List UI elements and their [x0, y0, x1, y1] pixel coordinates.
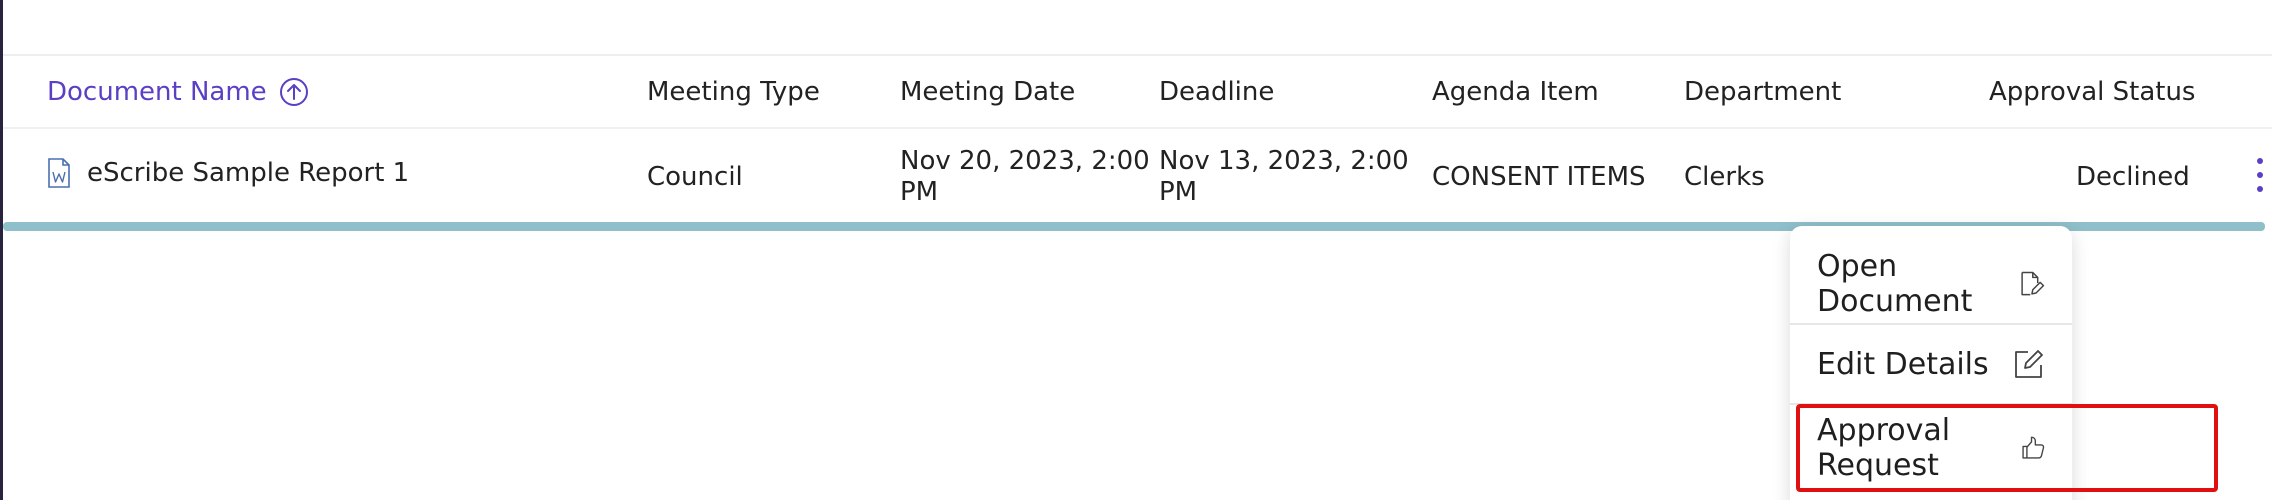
- menu-item-label: Approval Request: [1817, 413, 1951, 483]
- menu-divider: [1790, 323, 2072, 325]
- meeting-type-cell: Council: [647, 162, 743, 192]
- file-edit-icon: [2021, 271, 2045, 296]
- top-divider: [3, 54, 2272, 56]
- document-name-cell[interactable]: eScribe Sample Report 1: [47, 157, 409, 189]
- menu-item-open-document[interactable]: Open Document: [1790, 246, 2072, 322]
- menu-item-label: Open Document: [1817, 249, 1973, 319]
- deadline-line2: PM: [1159, 177, 1198, 207]
- meeting-date-line2: PM: [900, 177, 939, 207]
- menu-item-label: Edit Details: [1817, 346, 1989, 382]
- column-header-department[interactable]: Department: [1684, 76, 1841, 108]
- documents-page: Document Name Meeting Type Meeting Date …: [0, 0, 2272, 500]
- row-context-menu: Open Document Edit Details Approval Requ…: [1790, 226, 2072, 500]
- agenda-item-cell: CONSENT ITEMS: [1432, 162, 1646, 192]
- kebab-dot: [2257, 186, 2263, 192]
- sort-ascending-icon[interactable]: [279, 77, 309, 107]
- department-cell: Clerks: [1684, 162, 1765, 192]
- document-name-text[interactable]: eScribe Sample Report 1: [87, 158, 409, 189]
- kebab-dot: [2257, 158, 2263, 164]
- meeting-date-line1: Nov 20, 2023, 2:00: [900, 146, 1150, 176]
- menu-item-approval-request[interactable]: Approval Request: [1790, 404, 2072, 492]
- row-actions-menu-button[interactable]: [2255, 158, 2265, 192]
- menu-item-edit-details[interactable]: Edit Details: [1790, 326, 2072, 402]
- column-header-agenda-item[interactable]: Agenda Item: [1432, 76, 1599, 108]
- deadline-line1: Nov 13, 2023, 2:00: [1159, 146, 1409, 176]
- left-border: [0, 0, 3, 500]
- column-header-deadline[interactable]: Deadline: [1159, 76, 1274, 108]
- meeting-date-cell: Nov 20, 2023, 2:00 PM: [900, 146, 1150, 208]
- column-header-meeting-type[interactable]: Meeting Type: [647, 76, 820, 108]
- word-document-icon: [48, 158, 70, 188]
- column-header-document-name[interactable]: Document Name: [47, 76, 309, 108]
- column-header-approval-status[interactable]: Approval Status: [1989, 76, 2195, 108]
- thumbs-up-icon: [2022, 436, 2045, 459]
- column-header-meeting-date[interactable]: Meeting Date: [900, 76, 1075, 108]
- column-header-label: Document Name: [47, 77, 267, 107]
- deadline-cell: Nov 13, 2023, 2:00 PM: [1159, 146, 1409, 208]
- pencil-square-icon: [2015, 350, 2043, 378]
- kebab-dot: [2257, 172, 2263, 178]
- approval-status-cell: Declined: [2076, 162, 2190, 192]
